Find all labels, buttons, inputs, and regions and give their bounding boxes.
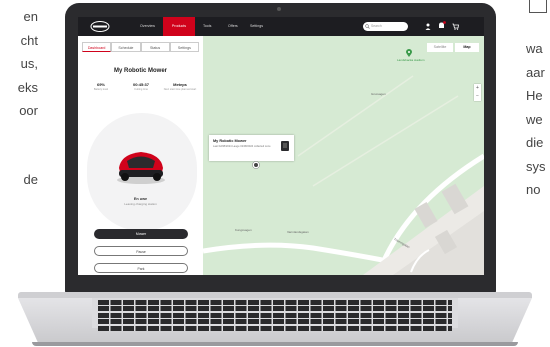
- search-placeholder: Search: [371, 24, 382, 28]
- stat-battery: 69% Battery level: [84, 82, 118, 91]
- app-header: Overview Products Tools Offers Settings …: [78, 17, 484, 36]
- left-line: oor: [19, 103, 38, 118]
- user-icon[interactable]: [425, 23, 431, 30]
- map-view[interactable]: Satellite Map + − Landsbacka stadium Gru…: [203, 36, 484, 275]
- brand-logo[interactable]: [90, 21, 110, 32]
- zoom-in-button[interactable]: +: [474, 84, 481, 92]
- right-line: wa: [526, 41, 543, 56]
- laptop-keyboard: [92, 298, 458, 331]
- left-line: us,: [20, 56, 38, 71]
- satellite-toggle[interactable]: Satellite: [427, 43, 453, 52]
- popup-text: Last 02/08/2024 Lauge 02/08/2024 collect…: [213, 145, 271, 148]
- map-label-road: Kungsvagen: [235, 228, 252, 232]
- laptop-base-shadow: [32, 342, 518, 346]
- nav-products[interactable]: Products: [163, 17, 195, 36]
- stat-value: 00:45:37: [132, 82, 149, 87]
- mower-info-popup[interactable]: My Robotic Mower Last 02/08/2024 Lauge 0…: [209, 135, 294, 161]
- zoom-out-button[interactable]: −: [474, 92, 481, 100]
- mower-thumbnail-icon: [281, 141, 289, 151]
- stat-cutting-time: 00:45:37 Cutting time: [124, 82, 158, 91]
- stat-value: 69%: [96, 82, 105, 87]
- decorative-box: [529, 0, 547, 13]
- mower-button[interactable]: Mower: [94, 229, 188, 239]
- search-input[interactable]: Search: [363, 22, 408, 31]
- right-line: He: [526, 88, 543, 103]
- stat-label: Battery level: [93, 88, 109, 91]
- cart-icon[interactable]: [452, 23, 459, 30]
- tab-settings[interactable]: Settings: [169, 42, 199, 52]
- right-line: die: [526, 135, 544, 150]
- tab-schedule[interactable]: Schedule: [111, 42, 141, 52]
- map-label-road: Varmlandsgatan: [287, 230, 309, 234]
- left-line: de: [23, 171, 38, 187]
- right-line: aar: [526, 64, 545, 80]
- laptop-base: [0, 292, 550, 347]
- tab-status[interactable]: Status: [140, 42, 170, 52]
- camera-icon: [277, 7, 281, 11]
- nav-tools[interactable]: Tools: [203, 17, 211, 36]
- stat-label: Cutting time: [134, 88, 148, 91]
- mower-name: My Robotic Mower: [113, 68, 167, 74]
- zoom-control: + −: [474, 84, 481, 101]
- mower-panel: Dashboard Schedule Status Settings My Ro…: [78, 36, 204, 275]
- search-icon: [365, 24, 370, 29]
- panel-tabs: Dashboard Schedule Status Settings: [82, 42, 199, 52]
- mower-substatus: Leaving charging station: [124, 202, 157, 206]
- left-line: eks: [17, 79, 38, 95]
- stat-next-start: Meteps Next start time planned start: [163, 82, 197, 91]
- mower-status: En uwe: [133, 197, 148, 201]
- popup-title: My Robotic Mower: [213, 139, 247, 143]
- stat-value: Meteps: [173, 82, 187, 87]
- left-line: en: [23, 9, 38, 24]
- stat-label: Next start time planned start: [163, 88, 197, 91]
- map-label-poi: Landsbacka stadium: [397, 58, 425, 62]
- laptop-screen: Overview Products Tools Offers Settings …: [78, 17, 484, 275]
- park-button[interactable]: Park: [94, 263, 188, 273]
- left-line: cht: [20, 32, 38, 48]
- robotic-mower-image: [117, 152, 165, 184]
- right-line: we: [526, 111, 543, 127]
- right-line: sys: [526, 158, 546, 174]
- right-line: no: [526, 182, 541, 197]
- right-text-fragment: wa aar He we die sys no: [526, 37, 546, 202]
- mower-position-marker[interactable]: [252, 161, 260, 169]
- map-toggle[interactable]: Map: [455, 43, 479, 52]
- notification-icon[interactable]: [438, 21, 446, 30]
- nav-overview[interactable]: Overview: [140, 17, 155, 36]
- location-pin-icon[interactable]: [406, 49, 412, 57]
- map-label-street: Grusvagen: [371, 92, 386, 96]
- left-text-fragment: en cht us, eks oor de: [0, 5, 38, 191]
- nav-offers[interactable]: Offers: [228, 17, 238, 36]
- nav-settings[interactable]: Settings: [250, 17, 263, 36]
- tab-dashboard[interactable]: Dashboard: [82, 42, 112, 52]
- pause-button[interactable]: Pause: [94, 246, 188, 256]
